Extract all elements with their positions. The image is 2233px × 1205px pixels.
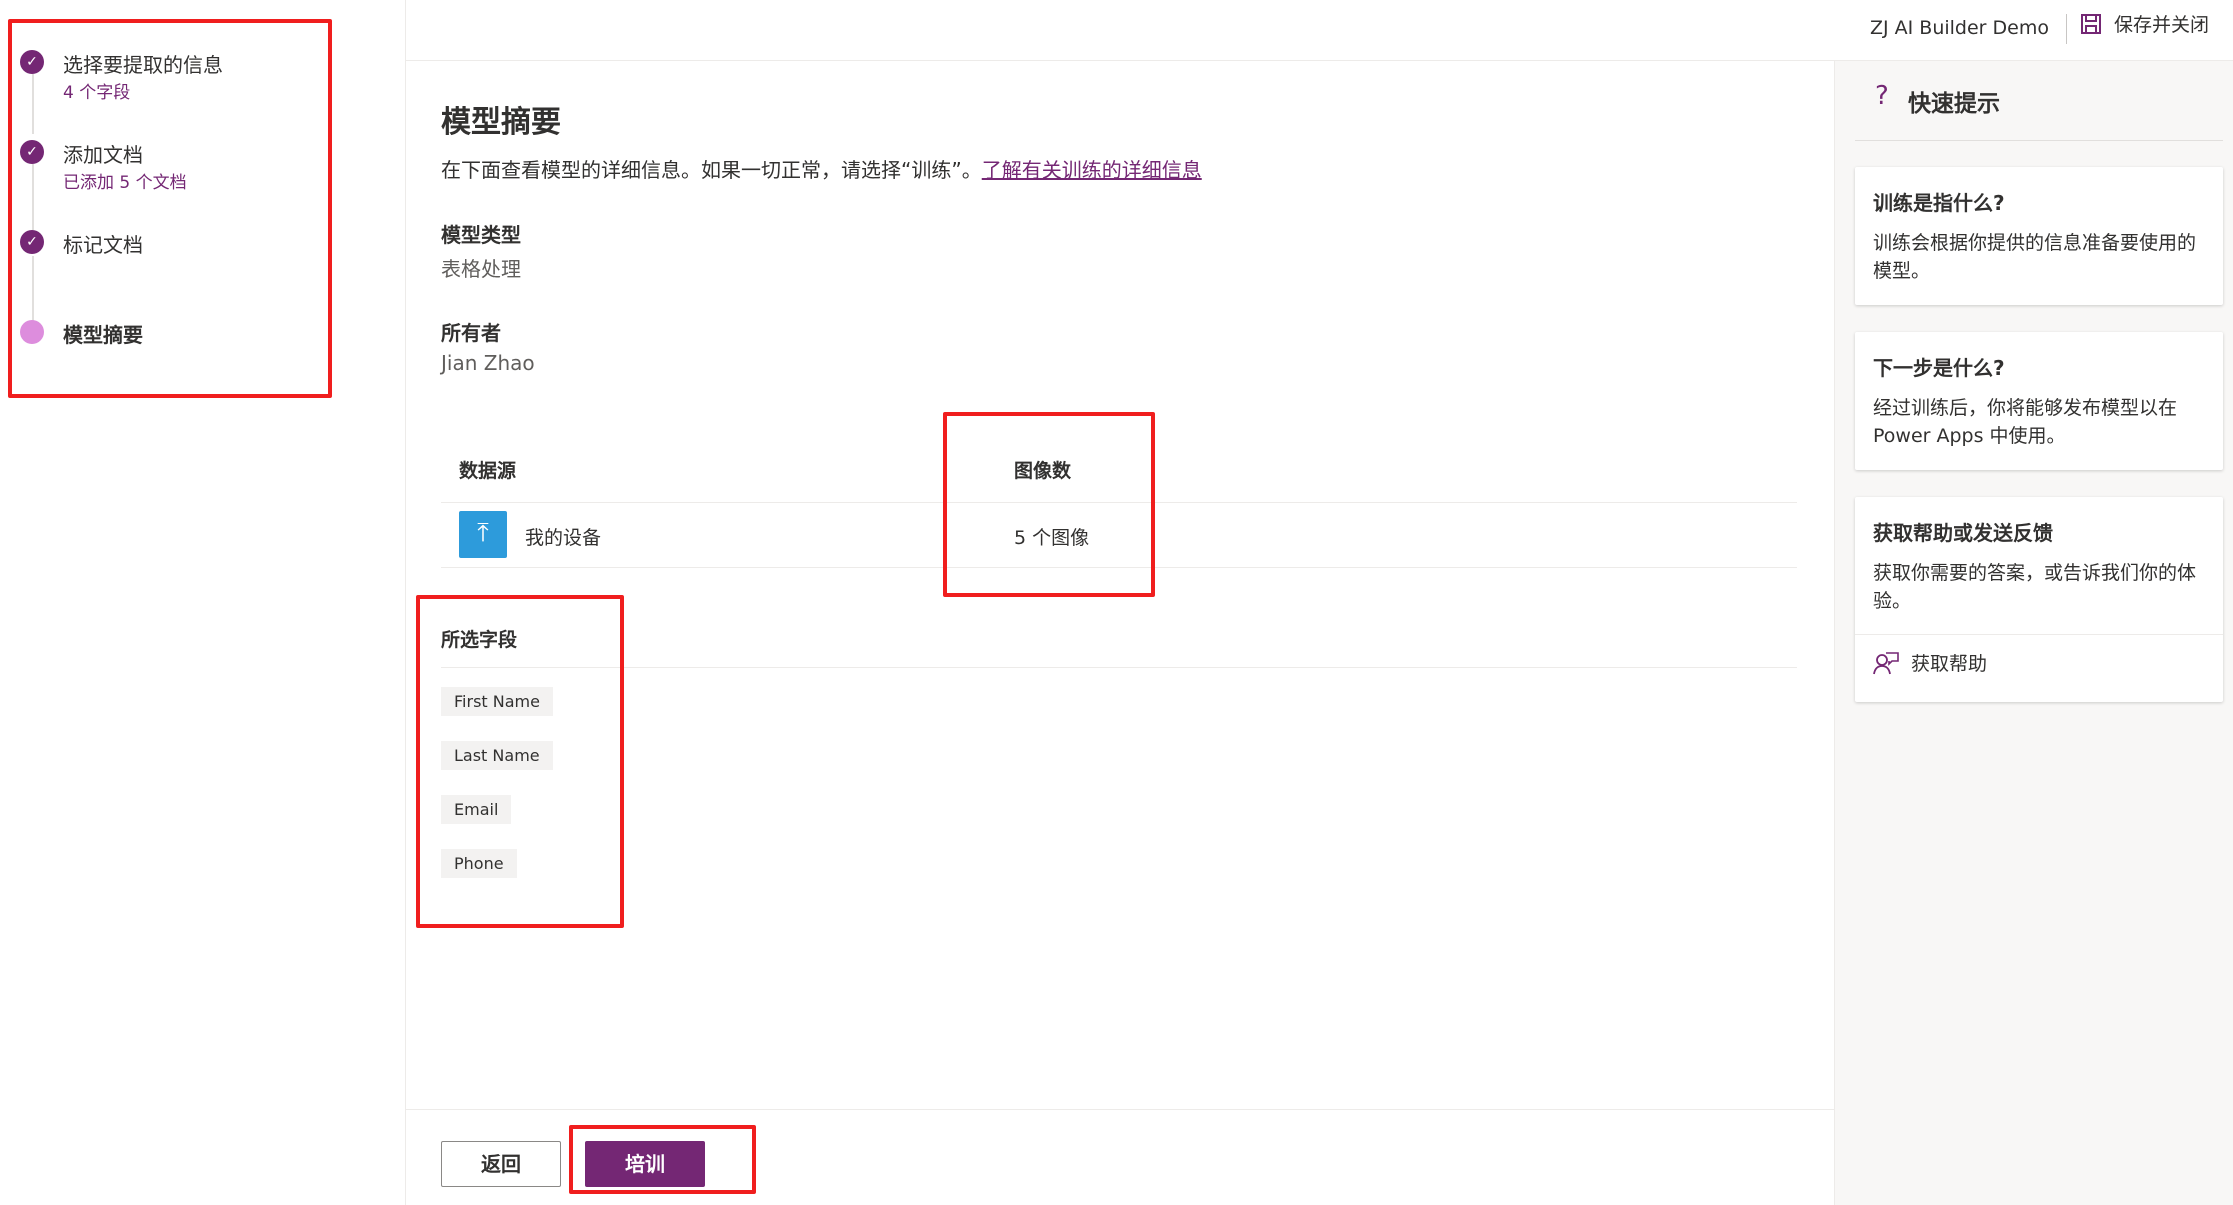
card-divider: [1855, 634, 2223, 635]
field-tag: Email: [441, 795, 512, 824]
tip-body: 经过训练后，你将能够发布模型以在 Power Apps 中使用。: [1873, 397, 2178, 447]
train-button[interactable]: 培训: [585, 1141, 705, 1187]
save-close-button[interactable]: 保存并关闭: [2080, 10, 2209, 37]
column-header-source: 数据源: [459, 460, 517, 482]
step-label: 添加文档: [63, 143, 143, 167]
save-icon: [2081, 13, 2101, 34]
person-feedback-icon: [1873, 651, 1899, 674]
description-text: 在下面查看模型的详细信息。如果一切正常，请选择“训练”。: [441, 158, 982, 182]
selected-fields-label: 所选字段: [441, 629, 518, 651]
model-type-value: 表格处理: [441, 257, 521, 281]
steps-sidebar: ✓ 选择要提取的信息 4 个字段 ✓ 添加文档 已添加 5 个文档 ✓ 标记文档…: [0, 0, 406, 1205]
tip-title: 下一步是什么?: [1873, 356, 2005, 380]
owner-value: Jian Zhao: [441, 351, 535, 375]
page-title: 模型摘要: [441, 105, 561, 140]
tip-title: 训练是指什么?: [1873, 191, 2005, 215]
check-icon: ✓: [20, 230, 44, 254]
learn-more-link[interactable]: 了解有关训练的详细信息: [982, 158, 1202, 182]
model-type-label: 模型类型: [441, 223, 521, 247]
app-name: ZJ AI Builder Demo: [1870, 17, 2049, 39]
quick-tips-panel: ? 快速提示 训练是指什么? 训练会根据你提供的信息准备要使用的模型。 下一步是…: [1834, 61, 2233, 1205]
step-connector: [32, 256, 34, 322]
tip-card-training: 训练是指什么? 训练会根据你提供的信息准备要使用的模型。: [1855, 167, 2223, 305]
count-cell: 5 个图像: [1014, 527, 1090, 549]
step-sublabel: 4 个字段: [63, 83, 131, 103]
step-label: 标记文档: [63, 233, 143, 257]
owner-label: 所有者: [441, 321, 501, 345]
table-row: ⤒ 我的设备 5 个图像: [441, 503, 1797, 567]
field-tag: Phone: [441, 849, 517, 878]
get-help-link[interactable]: 获取帮助: [1873, 649, 1987, 676]
tip-body: 获取你需要的答案，或告诉我们你的体验。: [1873, 562, 2197, 612]
tip-card-help: 获取帮助或发送反馈 获取你需要的答案，或告诉我们你的体验。 获取帮助: [1855, 497, 2223, 702]
tips-divider: [1855, 140, 2223, 141]
fields-divider: [441, 667, 1797, 668]
help-question-icon: ?: [1875, 81, 1889, 111]
field-tag: First Name: [441, 687, 553, 716]
data-source-table: 数据源 图像数 ⤒ 我的设备 5 个图像: [441, 450, 1797, 568]
upload-icon: ⤒: [459, 511, 507, 558]
source-cell: 我的设备: [525, 527, 602, 549]
check-icon: ✓: [20, 140, 44, 164]
footer-divider: [406, 1109, 1834, 1110]
save-close-label: 保存并关闭: [2114, 14, 2210, 36]
table-divider: [441, 567, 1797, 568]
step-connector: [32, 164, 34, 230]
current-step-dot: [20, 320, 44, 344]
step-label: 选择要提取的信息: [63, 53, 223, 77]
back-button[interactable]: 返回: [441, 1141, 561, 1187]
check-icon: ✓: [20, 50, 44, 74]
column-header-count: 图像数: [1014, 460, 1072, 482]
step-connector: [32, 74, 34, 134]
field-tag: Last Name: [441, 741, 553, 770]
step-sublabel: 已添加 5 个文档: [63, 173, 187, 193]
tip-body: 训练会根据你提供的信息准备要使用的模型。: [1873, 232, 2197, 282]
tip-title: 获取帮助或发送反馈: [1873, 521, 2053, 545]
step-label: 模型摘要: [63, 323, 143, 347]
tip-card-next-step: 下一步是什么? 经过训练后，你将能够发布模型以在 Power Apps 中使用。: [1855, 332, 2223, 470]
header-divider: [2066, 14, 2067, 44]
page-description: 在下面查看模型的详细信息。如果一切正常，请选择“训练”。了解有关训练的详细信息: [441, 154, 1202, 183]
get-help-label: 获取帮助: [1911, 653, 1988, 675]
quick-tips-title: 快速提示: [1908, 91, 2000, 117]
